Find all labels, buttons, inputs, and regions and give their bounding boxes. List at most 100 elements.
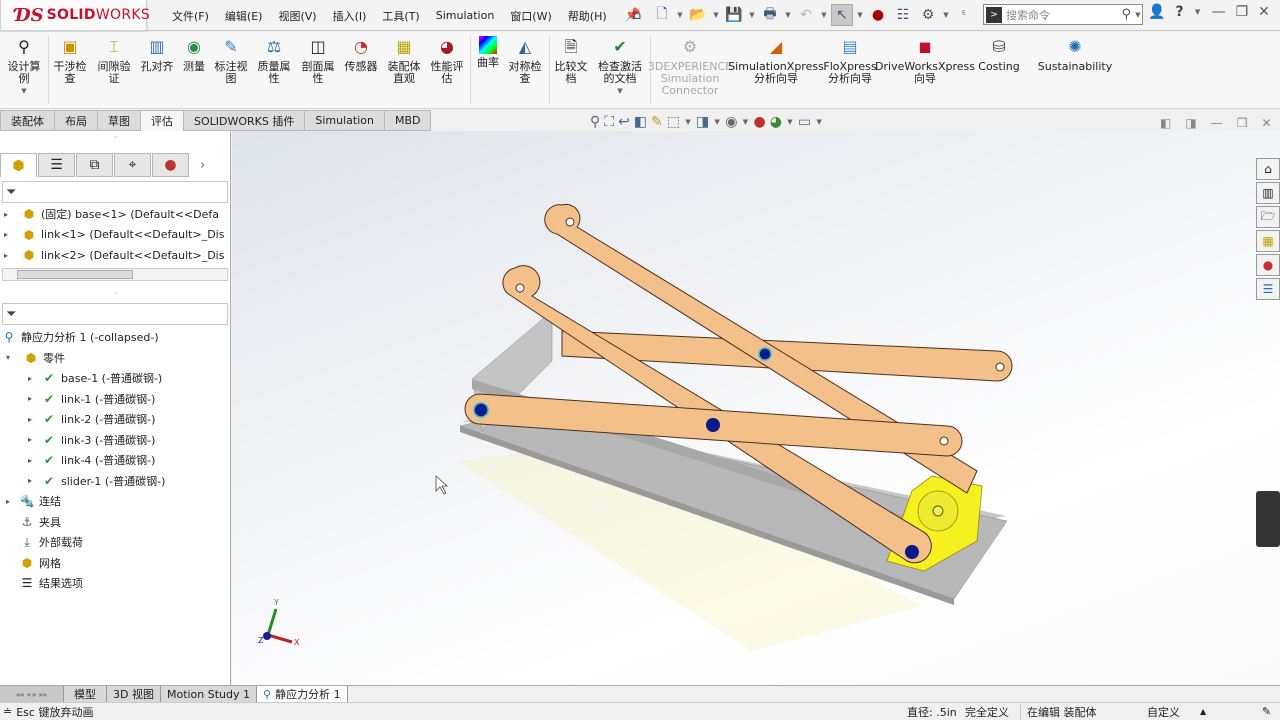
mesh-row[interactable]: ⬢ 网格: [0, 553, 229, 574]
minimize-icon[interactable]: —: [1212, 4, 1226, 20]
expand-icon[interactable]: ▸: [24, 374, 36, 383]
solidworks-resources-tab[interactable]: ⌂: [1256, 158, 1280, 180]
collapse-icon[interactable]: ▾: [2, 353, 14, 362]
panel-splitter-handle[interactable]: ◦: [0, 287, 231, 299]
expand-icon[interactable]: ▸: [0, 251, 12, 260]
print-dropdown[interactable]: ▼: [784, 11, 792, 19]
result-options-row[interactable]: ☰ 结果选项: [0, 573, 229, 594]
file-properties-icon[interactable]: ☷: [892, 4, 914, 26]
user-icon[interactable]: 👤: [1148, 4, 1165, 20]
new-document-icon[interactable]: 🗋: [651, 4, 673, 26]
property-manager-tab[interactable]: ☰: [38, 153, 75, 177]
home-icon[interactable]: ⌂: [626, 4, 648, 26]
view-settings-dropdown[interactable]: ▼: [815, 118, 823, 126]
simulationxpress-button[interactable]: ◢ SimulationXpress 分析向导: [728, 36, 824, 85]
menu-simulation[interactable]: Simulation: [428, 9, 503, 22]
tab-scroll-arrows[interactable]: ◂◂ ◂ ▸ ▸▸: [0, 686, 64, 702]
clearance-button[interactable]: ⌶ 间隙验证: [94, 36, 134, 85]
tree-row-base[interactable]: ▸ ⬢ (固定) base<1> (Default<<Defa: [0, 204, 229, 225]
view-orientation-icon[interactable]: ⬚: [667, 114, 680, 130]
view-palette-tab[interactable]: ▦: [1256, 230, 1280, 252]
measure-button[interactable]: ◉ 测量: [180, 36, 208, 73]
menu-help[interactable]: 帮助(H): [560, 8, 615, 24]
scrollbar-thumb[interactable]: [17, 270, 133, 279]
top-filter-bar[interactable]: ⏷: [0, 181, 228, 203]
floxpress-button[interactable]: ▤ FloXpress 分析向导: [823, 36, 877, 85]
hide-show-dropdown[interactable]: ▼: [741, 118, 749, 126]
menu-tools[interactable]: 工具(T): [374, 8, 427, 24]
new-dropdown[interactable]: ▼: [676, 11, 684, 19]
previous-view-icon[interactable]: ↩: [618, 114, 630, 130]
part-row[interactable]: ▸ ✔ slider-1 (-普通碳钢-): [0, 471, 229, 492]
tree-row-link1[interactable]: ▸ ⬢ link<1> (Default<<Default>_Dis: [0, 225, 229, 246]
section-properties-button[interactable]: ◫ 剖面属性: [298, 36, 338, 85]
tab-sketch[interactable]: 草图: [98, 110, 141, 131]
apply-scene-icon[interactable]: ◕: [770, 114, 782, 130]
help-dropdown[interactable]: ▼: [1194, 8, 1202, 16]
configuration-manager-tab[interactable]: ⧉: [76, 153, 113, 177]
options-gear-icon[interactable]: ⚙: [917, 4, 939, 26]
tab-motion-study[interactable]: Motion Study 1: [160, 686, 258, 702]
scene-dropdown[interactable]: ▼: [786, 118, 794, 126]
curvature-button[interactable]: 曲率: [474, 36, 502, 69]
3dexperience-connector-button[interactable]: ⚙ 3DEXPERIENCE Simulation Connector: [648, 36, 732, 97]
open-dropdown[interactable]: ▼: [712, 11, 720, 19]
tab-assembly[interactable]: 装配体: [0, 110, 55, 131]
tooltip-icon[interactable]: ✎: [1262, 705, 1271, 718]
help-icon[interactable]: ?: [1175, 4, 1183, 20]
mass-properties-button[interactable]: ⚖ 质量属性: [255, 36, 293, 85]
tab-solidworks-addins[interactable]: SOLIDWORKS 插件: [184, 110, 306, 131]
part-row[interactable]: ▸ ✔ link-4 (-普通碳钢-): [0, 450, 229, 471]
viewport-close-icon[interactable]: ✕: [1261, 116, 1271, 130]
check-active-doc-button[interactable]: ✔ 检查激活的文档 ▼: [596, 36, 644, 97]
graphics-viewport[interactable]: Y X Z: [232, 131, 1280, 685]
select-pointer-icon[interactable]: ↖: [831, 4, 853, 26]
display-style-icon[interactable]: ◨: [696, 114, 709, 130]
search-icon[interactable]: ⚲: [1121, 7, 1131, 22]
compare-documents-button[interactable]: 🗎 比较文档: [552, 36, 590, 85]
dimxpert-tab[interactable]: ⌖: [114, 153, 151, 177]
open-icon[interactable]: 📂: [687, 4, 709, 26]
assembly-visualization-button[interactable]: ▦ 装配体直观: [385, 36, 423, 85]
annotation-view-button[interactable]: ✎ 标注视图: [212, 36, 250, 85]
menu-edit[interactable]: 编辑(E): [217, 8, 271, 24]
display-style-dropdown[interactable]: ▼: [713, 118, 721, 126]
section-view-icon[interactable]: ◧: [634, 114, 647, 130]
panel-splitter-handle[interactable]: ◦: [0, 131, 231, 143]
part-row[interactable]: ▸ ✔ link-3 (-普通碳钢-): [0, 430, 229, 451]
expand-icon[interactable]: ▸: [0, 210, 12, 219]
units-selector[interactable]: 自定义: [1147, 704, 1180, 720]
tab-3d-view[interactable]: 3D 视图: [107, 686, 161, 702]
hole-align-button[interactable]: ▥ 孔对齐: [138, 36, 176, 73]
zoom-to-fit-icon[interactable]: ⚲: [590, 114, 600, 130]
print-icon[interactable]: 🖶: [759, 4, 781, 26]
study-row[interactable]: ⚲ 静应力分析 1 (-collapsed-): [0, 327, 229, 348]
parts-row[interactable]: ▾ ⬢ 零件: [0, 348, 229, 369]
search-dropdown[interactable]: ▼: [1134, 11, 1142, 19]
undo-dropdown[interactable]: ▼: [820, 11, 828, 19]
edit-appearance-icon[interactable]: ●: [753, 114, 765, 130]
part-row[interactable]: ▸ ✔ base-1 (-普通碳钢-): [0, 368, 229, 389]
expand-icon[interactable]: ▸: [24, 456, 36, 465]
display-scale-bar[interactable]: [1256, 491, 1280, 547]
hide-show-icon[interactable]: ◉: [725, 114, 737, 130]
search-commands-field[interactable]: > 搜索命令 ⚲ ▼: [983, 4, 1143, 25]
design-study-button[interactable]: ⚲ 设计算例 ▼: [4, 36, 44, 97]
view-settings-icon[interactable]: ▭: [798, 114, 811, 130]
part-row[interactable]: ▸ ✔ link-2 (-普通碳钢-): [0, 409, 229, 430]
summary-icon[interactable]: ᴱ: [953, 4, 975, 26]
options-dropdown[interactable]: ▼: [942, 11, 950, 19]
connections-row[interactable]: ▸ 🔩 连结: [0, 491, 229, 512]
external-loads-row[interactable]: ⤓ 外部载荷: [0, 532, 229, 553]
expand-icon[interactable]: ▸: [24, 415, 36, 424]
save-dropdown[interactable]: ▼: [748, 11, 756, 19]
tab-layout[interactable]: 布局: [55, 110, 98, 131]
horizontal-scrollbar[interactable]: [2, 268, 228, 281]
driveworksxpress-button[interactable]: ◼ DriveWorksXpress 向导: [875, 36, 975, 85]
design-library-tab[interactable]: ▥: [1256, 182, 1280, 204]
chevron-right-icon[interactable]: ›: [200, 158, 205, 173]
appearances-tab[interactable]: ●: [1256, 254, 1280, 276]
tab-simulation[interactable]: Simulation: [305, 110, 385, 131]
solidworks-logo[interactable]: ƊS SOLIDWORKS: [0, 0, 150, 31]
close-icon[interactable]: ✕: [1258, 4, 1270, 20]
